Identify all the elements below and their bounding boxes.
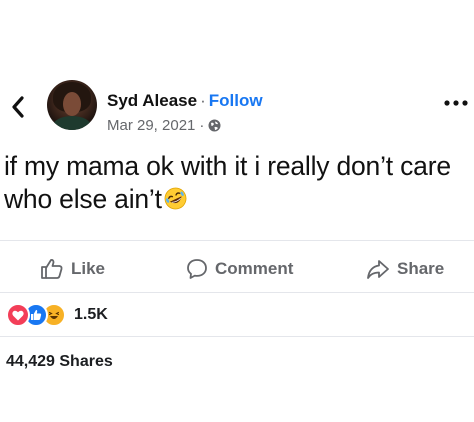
reaction-count: 1.5K bbox=[74, 306, 108, 323]
divider bbox=[0, 336, 474, 337]
share-count[interactable]: 44,429 Shares bbox=[6, 353, 113, 371]
globe-icon bbox=[208, 119, 221, 132]
share-label: Share bbox=[397, 259, 445, 278]
thumbs-up-icon bbox=[41, 259, 63, 279]
share-arrow-icon bbox=[367, 260, 389, 279]
author-name[interactable]: Syd Alease bbox=[107, 91, 197, 110]
chevron-left-icon bbox=[12, 96, 24, 118]
reactions-summary[interactable]: 1.5K bbox=[6, 303, 108, 327]
comment-button[interactable]: Comment bbox=[186, 255, 293, 283]
love-reaction-icon bbox=[6, 303, 30, 327]
like-button[interactable]: Like bbox=[40, 255, 105, 283]
author-line: Syd Alease · Follow bbox=[107, 91, 263, 111]
post-meta: Mar 29, 2021 · bbox=[107, 117, 221, 134]
divider bbox=[0, 240, 474, 241]
post-text: if my mama ok with it i really don’t car… bbox=[4, 150, 470, 216]
divider bbox=[0, 292, 474, 293]
post-date[interactable]: Mar 29, 2021 bbox=[107, 117, 195, 134]
more-options-button[interactable] bbox=[443, 96, 469, 110]
rolling-on-floor-laughing-icon bbox=[164, 185, 187, 210]
comment-bubble-icon bbox=[187, 259, 207, 279]
name-separator: · bbox=[200, 91, 206, 110]
more-dots-icon bbox=[444, 100, 468, 106]
follow-link[interactable]: Follow bbox=[209, 91, 263, 110]
avatar[interactable] bbox=[47, 80, 97, 130]
like-label: Like bbox=[71, 259, 106, 278]
meta-separator: · bbox=[199, 117, 205, 134]
post-body: if my mama ok with it i really don’t car… bbox=[4, 151, 451, 214]
comment-label: Comment bbox=[215, 259, 294, 278]
back-button[interactable] bbox=[8, 94, 30, 120]
share-button[interactable]: Share bbox=[366, 255, 444, 283]
